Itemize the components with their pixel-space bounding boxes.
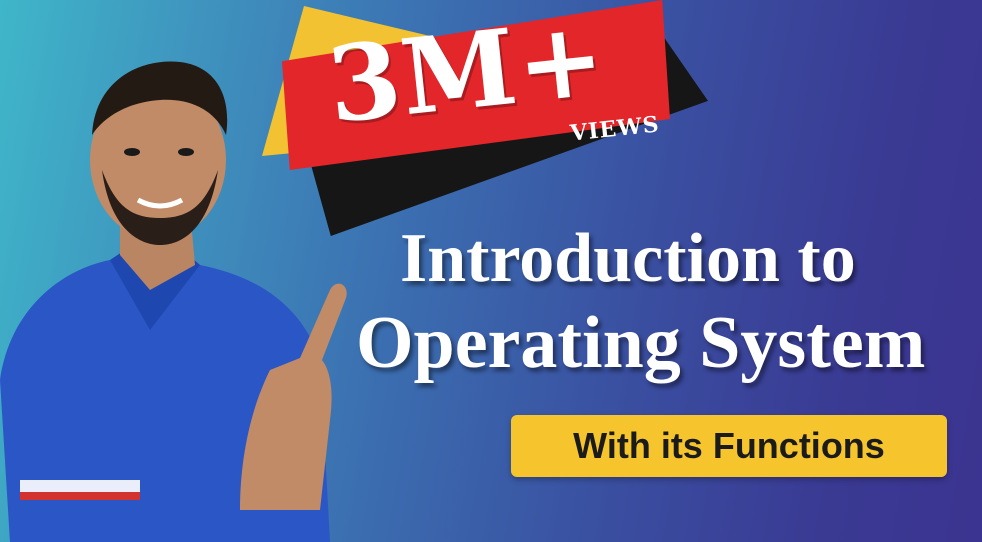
video-thumbnail[interactable]: 3M+ VIEWS Introduction to Operating Syst…	[0, 0, 982, 542]
subtitle-badge: With its Functions	[511, 415, 947, 477]
title-line-1: Introduction to	[400, 220, 856, 297]
subtitle-text: With its Functions	[573, 425, 885, 466]
views-count: 3M+	[322, 0, 612, 147]
title-line-2: Operating System	[356, 302, 926, 384]
